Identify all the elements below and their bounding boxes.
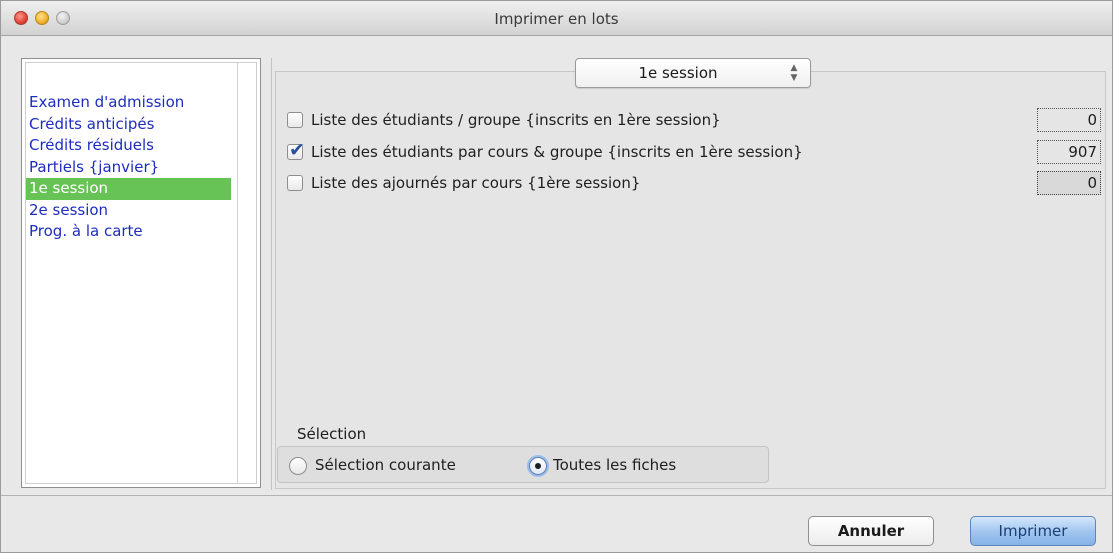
option-label[interactable]: Liste des étudiants par cours & groupe {…	[311, 143, 803, 162]
footer-divider	[1, 495, 1112, 496]
radio-current-selection[interactable]	[289, 457, 307, 475]
radio-current-selection-label[interactable]: Sélection courante	[315, 456, 456, 474]
option-label[interactable]: Liste des ajournés par cours {1ère sessi…	[311, 174, 640, 193]
option-count: 0	[1037, 108, 1101, 132]
list-item-examen-admission[interactable]: Examen d'admission	[26, 92, 231, 114]
category-list: Examen d'admission Crédits anticipés Cré…	[21, 58, 261, 488]
radio-dot-icon	[535, 463, 541, 469]
list-item-partiels-janvier[interactable]: Partiels {janvier}	[26, 157, 231, 179]
list-item-credits-residuels[interactable]: Crédits résiduels	[26, 135, 231, 157]
list-item-prog-a-la-carte[interactable]: Prog. à la carte	[26, 221, 231, 243]
selection-radio-group: Sélection courante Toutes les fiches	[277, 446, 769, 483]
option-label[interactable]: Liste des étudiants / groupe {inscrits e…	[311, 111, 721, 130]
list-item-credits-anticipes[interactable]: Crédits anticipés	[26, 114, 231, 136]
option-count: 907	[1037, 140, 1101, 164]
title-bar[interactable]: Imprimer en lots	[1, 1, 1112, 36]
option-row: Liste des étudiants / groupe {inscrits e…	[287, 108, 1102, 132]
list-divider	[237, 63, 238, 483]
selection-heading: Sélection	[297, 425, 367, 443]
list-item-2e-session[interactable]: 2e session	[26, 200, 231, 222]
option-row: Liste des ajournés par cours {1ère sessi…	[287, 171, 1102, 195]
option-count: 0	[1037, 171, 1101, 195]
print-button[interactable]: Imprimer	[970, 516, 1096, 546]
radio-all-records-label[interactable]: Toutes les fiches	[553, 456, 676, 474]
up-down-arrows-icon: ▲ ▼	[790, 63, 798, 83]
list-item-1e-session[interactable]: 1e session	[26, 178, 231, 200]
option-row: ✔ Liste des étudiants par cours & groupe…	[287, 140, 1102, 164]
print-batch-window: Imprimer en lots Examen d'admission Créd…	[0, 0, 1113, 553]
category-items: Examen d'admission Crédits anticipés Cré…	[26, 92, 231, 243]
option-checkbox[interactable]	[287, 175, 303, 191]
radio-all-records[interactable]	[529, 457, 547, 475]
options-panel	[275, 71, 1106, 489]
option-checkbox[interactable]	[287, 112, 303, 128]
session-popup[interactable]: 1e session ▲ ▼	[575, 58, 811, 88]
checkmark-icon: ✔	[289, 139, 305, 161]
option-checkbox[interactable]: ✔	[287, 140, 305, 160]
session-popup-value: 1e session	[638, 64, 718, 82]
cancel-button[interactable]: Annuler	[808, 516, 934, 546]
window-title: Imprimer en lots	[494, 10, 619, 28]
